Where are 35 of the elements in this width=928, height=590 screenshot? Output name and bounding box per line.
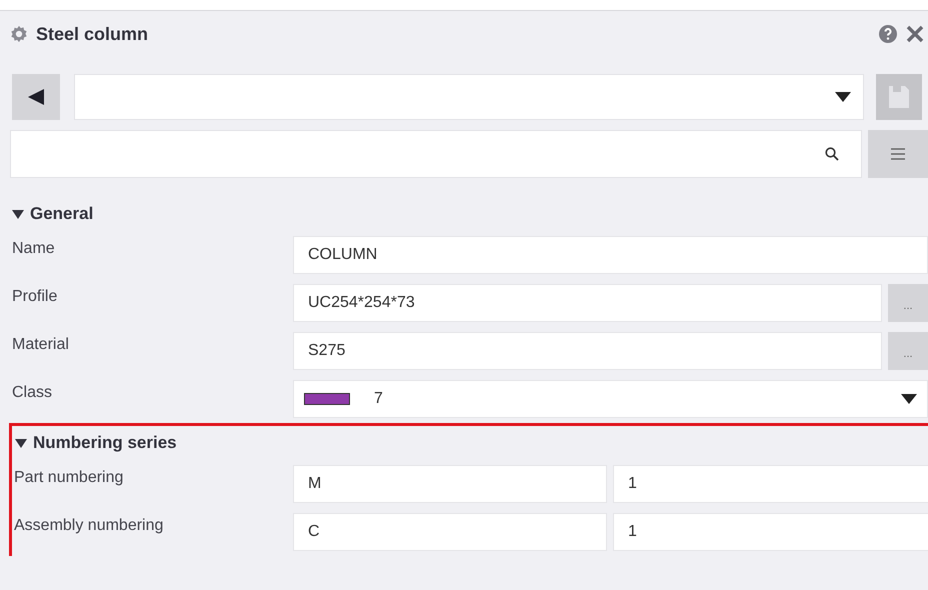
collapse-triangle-icon <box>15 437 27 449</box>
field-label: Material <box>12 335 70 355</box>
settings-icon <box>10 25 28 43</box>
start-number-field[interactable]: 1 <box>613 513 928 551</box>
start-number-field[interactable]: 1 <box>613 465 928 503</box>
class-dropdown[interactable]: 7 <box>293 380 928 418</box>
back-button[interactable] <box>12 74 60 120</box>
close-icon[interactable] <box>906 25 924 43</box>
menu-button[interactable] <box>868 130 928 178</box>
browse-button[interactable]: ... <box>888 332 928 370</box>
menu-icon <box>891 148 905 160</box>
search-field[interactable] <box>10 130 862 178</box>
help-icon[interactable] <box>878 24 898 44</box>
save-icon <box>889 86 909 108</box>
collapse-triangle-icon <box>12 208 24 220</box>
window-title: Steel column <box>36 22 148 46</box>
section-header[interactable]: General <box>12 197 928 231</box>
text-field[interactable]: COLUMN <box>293 236 928 274</box>
field-label: Profile <box>12 287 58 307</box>
field-label: Class <box>12 383 54 403</box>
search-icon <box>825 147 839 161</box>
text-field[interactable]: UC254*254*73 <box>293 284 882 322</box>
field-label: Assembly numbering <box>14 516 164 536</box>
caret-icon <box>835 92 851 102</box>
prefix-field[interactable]: C <box>293 513 607 551</box>
browse-button[interactable]: ... <box>888 284 928 322</box>
section-header[interactable]: Numbering series <box>15 426 928 460</box>
back-arrow-icon <box>26 87 46 107</box>
prefix-field[interactable]: M <box>293 465 607 503</box>
text-field[interactable]: S275 <box>293 332 882 370</box>
field-label: Part numbering <box>14 468 124 488</box>
preset-dropdown[interactable] <box>74 74 864 120</box>
field-label: Name <box>12 239 56 259</box>
save-button[interactable] <box>876 74 922 120</box>
caret-icon <box>901 394 917 404</box>
